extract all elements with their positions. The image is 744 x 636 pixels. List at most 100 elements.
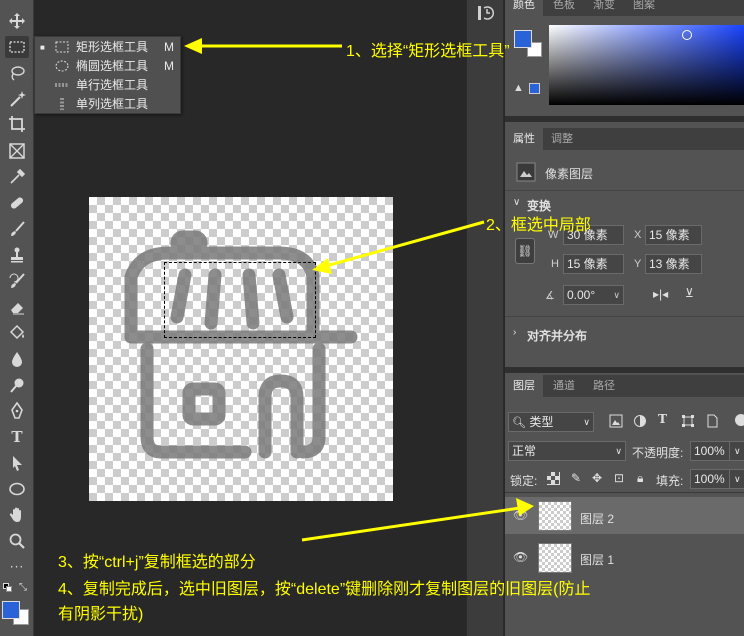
blur-icon[interactable] <box>5 348 29 370</box>
rect-marquee-icon <box>55 41 69 53</box>
eye-icon[interactable]: 👁︎ <box>513 508 528 522</box>
menu-item-single-column-marquee[interactable]: 单列选框工具 <box>35 95 182 114</box>
fill-dropdown[interactable]: ∨ <box>729 469 744 489</box>
x-label: X <box>634 229 642 241</box>
right-panels: 颜色 色板 渐变 图案 ▲ 属性 调整 像素图层 ∨ 变换 ⛓ W 30 像素 … <box>505 0 744 636</box>
filter-toggle[interactable] <box>735 414 744 426</box>
lock-transparent-icon[interactable] <box>547 472 560 485</box>
blend-mode-value: 正常 <box>512 444 537 458</box>
history-panel-icon[interactable] <box>477 4 495 22</box>
marquee-icon[interactable] <box>5 36 29 58</box>
layer-row-selected[interactable]: 👁︎ 图层 2 <box>505 497 744 534</box>
height-field[interactable]: 15 像素 <box>563 254 624 274</box>
pixel-layer-icon <box>516 162 536 182</box>
tab-paths[interactable]: 路径 <box>585 375 623 397</box>
menu-item-single-row-marquee[interactable]: 单行选框工具 <box>35 76 182 95</box>
menu-item-elliptical-marquee[interactable]: 椭圆选框工具 M <box>35 57 182 76</box>
menu-item-shortcut: M <box>164 59 174 73</box>
single-column-marquee-icon <box>60 98 64 110</box>
eyedropper-icon[interactable] <box>5 166 29 188</box>
menu-item-shortcut: M <box>164 40 174 54</box>
frame-icon[interactable] <box>5 140 29 162</box>
y-field[interactable]: 13 像素 <box>645 254 702 274</box>
flip-vertical-icon[interactable]: ⊻ <box>685 286 694 300</box>
menu-item-label: 单列选框工具 <box>76 97 149 111</box>
canvas-image[interactable] <box>89 197 393 501</box>
type-icon[interactable]: T <box>5 426 29 448</box>
layer-filter-select[interactable]: 🔍︎ 类型 ∨ <box>508 412 594 432</box>
expand-chevron-icon[interactable]: › <box>513 327 516 338</box>
eraser-icon[interactable] <box>5 296 29 318</box>
color-field[interactable] <box>549 25 744 105</box>
marquee-tools-flyout: ■ 矩形选框工具 M 椭圆选框工具 M 单行选框工具 单列选框工具 <box>34 36 181 114</box>
angle-field[interactable]: 0.00° ∨ <box>563 285 624 305</box>
move-icon[interactable] <box>5 10 29 32</box>
collapse-chevron-icon[interactable]: ∨ <box>513 197 520 208</box>
more-icon[interactable]: ··· <box>5 556 29 578</box>
crop-icon[interactable] <box>5 113 29 135</box>
shape-filter-icon[interactable] <box>681 414 695 428</box>
ellipse-icon[interactable] <box>5 478 29 500</box>
opacity-dropdown[interactable]: ∨ <box>729 441 744 461</box>
color-picker-handle[interactable] <box>682 30 692 40</box>
tab-color[interactable]: 颜色 <box>505 0 543 16</box>
pen-icon[interactable] <box>5 400 29 422</box>
paint-bucket-icon[interactable] <box>5 322 29 344</box>
layer-thumbnail <box>538 501 572 531</box>
photoshop-window: T ··· ⤡ ■ 矩形选框工具 M 椭圆选框工具 M 单行选框工具 单列选框工… <box>0 0 744 636</box>
h-label: H <box>551 258 559 270</box>
tab-swatches[interactable]: 色板 <box>545 0 583 16</box>
stamp-icon[interactable] <box>5 244 29 266</box>
tab-adjustments[interactable]: 调整 <box>543 128 581 150</box>
fg-swatch-small[interactable] <box>514 30 532 48</box>
tab-patterns[interactable]: 图案 <box>625 0 663 16</box>
menu-item-label: 椭圆选框工具 <box>76 59 149 73</box>
tab-properties[interactable]: 属性 <box>505 128 543 150</box>
flip-horizontal-icon[interactable]: ▸|◂ <box>653 287 668 301</box>
lock-position-icon[interactable]: ✥ <box>592 471 602 485</box>
foreground-color-swatch[interactable] <box>2 601 20 619</box>
smart-object-filter-icon[interactable] <box>705 414 719 428</box>
chevron-down-icon: ∨ <box>615 446 622 456</box>
hand-icon[interactable] <box>5 504 29 526</box>
lock-all-icon[interactable]: 🔒︎ <box>637 471 643 486</box>
opacity-field[interactable]: 100% <box>690 441 730 461</box>
blend-mode-select[interactable]: 正常 ∨ <box>508 441 626 461</box>
brush-icon[interactable] <box>5 218 29 240</box>
properties-panel-tabs: 属性 调整 <box>505 128 744 150</box>
selected-bullet-icon: ■ <box>40 43 45 52</box>
swap-colors-icon[interactable]: ⤡ <box>19 582 27 593</box>
lasso-icon[interactable] <box>5 62 29 84</box>
annotation-step3: 3、按“ctrl+j”复制框选的部分 <box>58 554 256 571</box>
warning-icon[interactable]: ▲ <box>513 82 524 94</box>
link-icon[interactable]: ⛓ <box>515 238 535 264</box>
eye-icon[interactable]: 👁︎ <box>513 550 528 564</box>
tab-gradients[interactable]: 渐变 <box>585 0 623 16</box>
chevron-down-icon: ∨ <box>734 474 741 484</box>
chevron-down-icon: ∨ <box>734 446 741 456</box>
panel-icon-strip <box>466 0 504 636</box>
websafe-swatch[interactable] <box>529 83 540 94</box>
history-brush-icon[interactable] <box>5 270 29 292</box>
type-filter-icon[interactable]: T <box>658 412 667 426</box>
fill-field[interactable]: 100% <box>690 469 730 489</box>
menu-item-rect-marquee[interactable]: ■ 矩形选框工具 M <box>35 38 182 57</box>
healing-icon[interactable] <box>5 192 29 214</box>
pixel-filter-icon[interactable] <box>609 414 623 428</box>
magic-wand-icon[interactable] <box>5 88 29 110</box>
adjustment-filter-icon[interactable] <box>633 414 647 428</box>
tab-channels[interactable]: 通道 <box>545 375 583 397</box>
path-select-icon[interactable] <box>5 452 29 474</box>
layer-row[interactable]: 👁︎ 图层 1 <box>505 539 744 576</box>
store-icon-drawing <box>124 230 358 459</box>
default-colors-icon[interactable] <box>3 583 12 592</box>
tab-layers[interactable]: 图层 <box>505 375 543 397</box>
annotation-step1: 1、选择“矩形选框工具” <box>346 43 510 60</box>
zoom-icon[interactable] <box>5 530 29 552</box>
lock-artboard-icon[interactable]: ⊡ <box>614 471 624 485</box>
y-label: Y <box>634 258 642 270</box>
lock-pixels-icon[interactable]: ✎ <box>571 471 581 485</box>
opacity-label: 不透明度: <box>632 446 684 460</box>
x-field[interactable]: 15 像素 <box>645 225 702 245</box>
dodge-icon[interactable] <box>5 374 29 396</box>
